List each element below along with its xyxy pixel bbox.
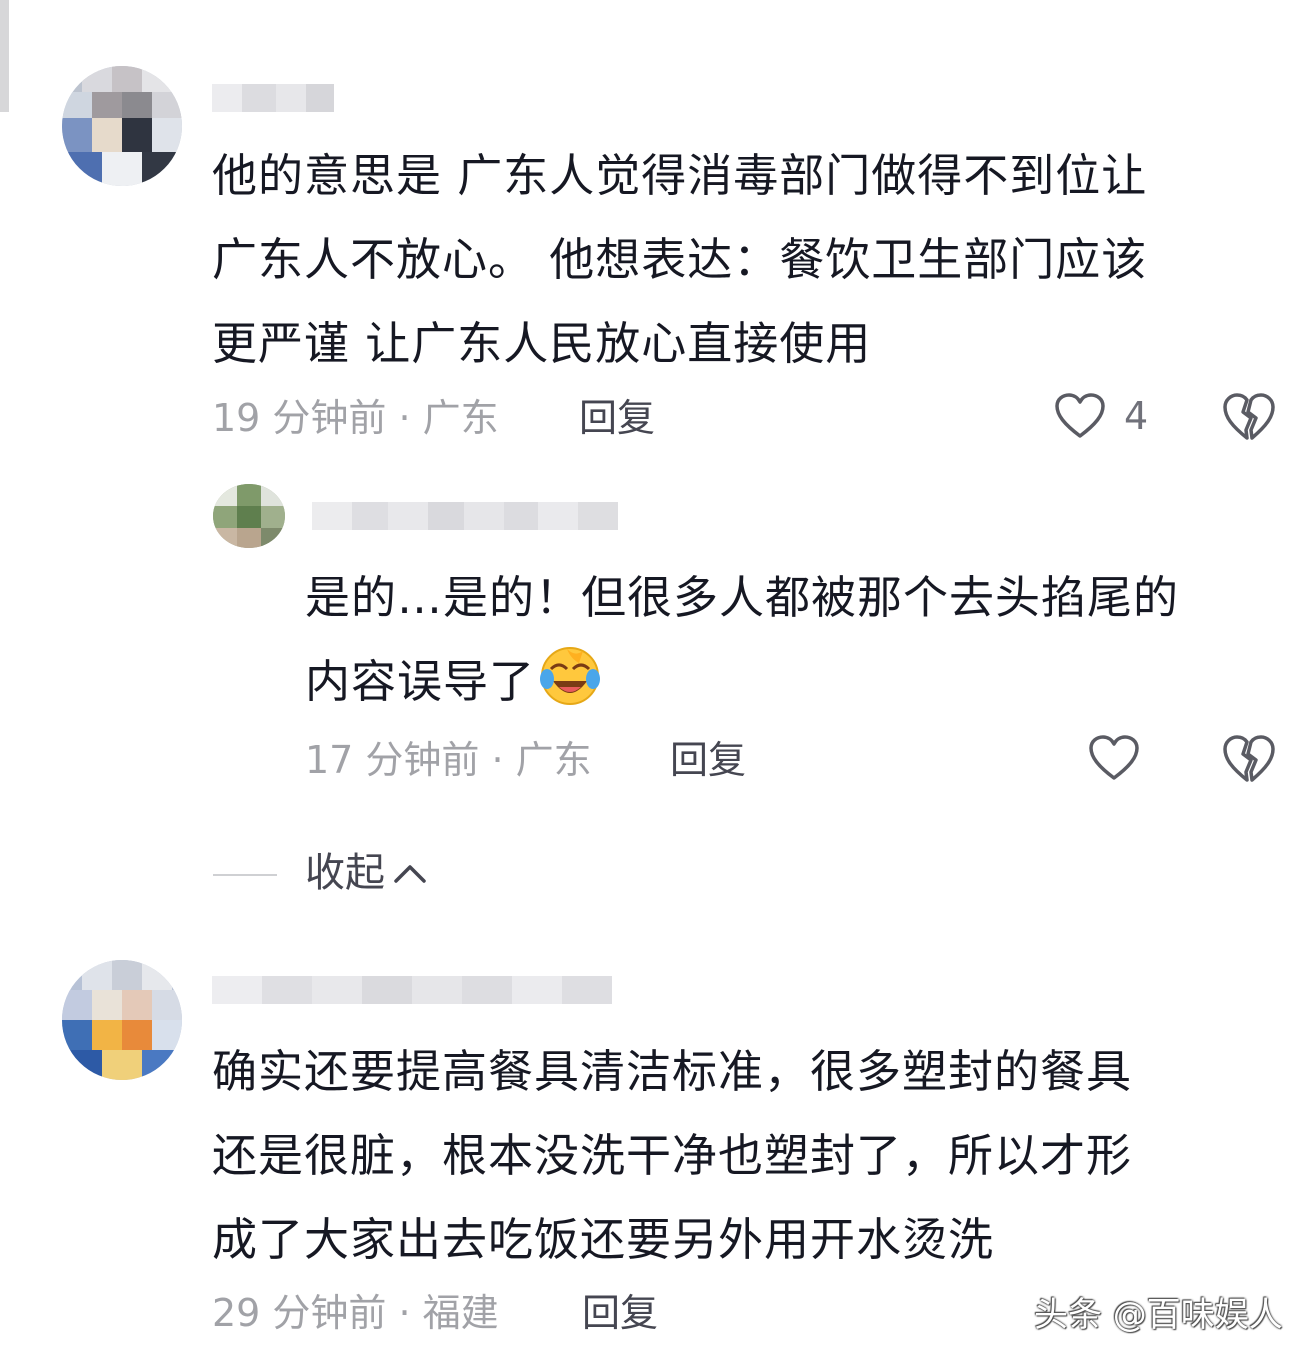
broken-heart-icon: [1223, 735, 1275, 782]
username-blurred[interactable]: [312, 502, 618, 530]
like-button[interactable]: 4: [1054, 392, 1148, 440]
avatar[interactable]: [213, 484, 285, 548]
reply-button[interactable]: 回复: [579, 395, 655, 441]
avatar[interactable]: [62, 960, 182, 1080]
like-count: 4: [1124, 394, 1149, 438]
broken-heart-icon: [1223, 393, 1275, 440]
username-blurred[interactable]: [212, 976, 612, 1004]
username-blurred[interactable]: [212, 84, 334, 112]
comment-text: 确实还要提高餐具清洁标准，很多塑封的餐具 还是很脏，根本没洗干净也塑封了，所以才…: [212, 1045, 1133, 1266]
dislike-button[interactable]: [1222, 392, 1276, 446]
chevron-up-icon: [394, 865, 426, 883]
comment-meta: 29 分钟前 · 福建: [212, 1291, 499, 1335]
watermark: 头条 @百味娱人: [1034, 1295, 1283, 1335]
reply-button[interactable]: 回复: [670, 737, 746, 783]
laughing-crying-emoji: [539, 645, 601, 734]
comment-text-content: 是的…是的！但很多人都被那个去头掐尾的 内容误导了: [305, 571, 1180, 708]
avatar[interactable]: [62, 66, 182, 186]
comment-text: 他的意思是 广东人觉得消毒部门做得不到位让 广东人不放心。 他想表达：餐饮卫生部…: [212, 149, 1148, 370]
collapse-label: 收起: [305, 850, 385, 896]
dislike-button[interactable]: [1222, 734, 1276, 788]
comment-meta: 19 分钟前 · 广东: [212, 396, 499, 440]
heart-outline-icon: [1055, 393, 1105, 438]
collapse-divider: [213, 874, 277, 876]
heart-outline-icon: [1089, 735, 1139, 780]
like-button[interactable]: [1088, 734, 1158, 782]
comment-meta: 17 分钟前 · 广东: [305, 738, 592, 782]
comment-text: 是的…是的！但很多人都被那个去头掐尾的 内容误导了: [305, 556, 1179, 734]
scroll-indicator[interactable]: [0, 0, 9, 112]
reply-button[interactable]: 回复: [582, 1290, 658, 1336]
collapse-replies-button[interactable]: 收起: [305, 850, 427, 896]
